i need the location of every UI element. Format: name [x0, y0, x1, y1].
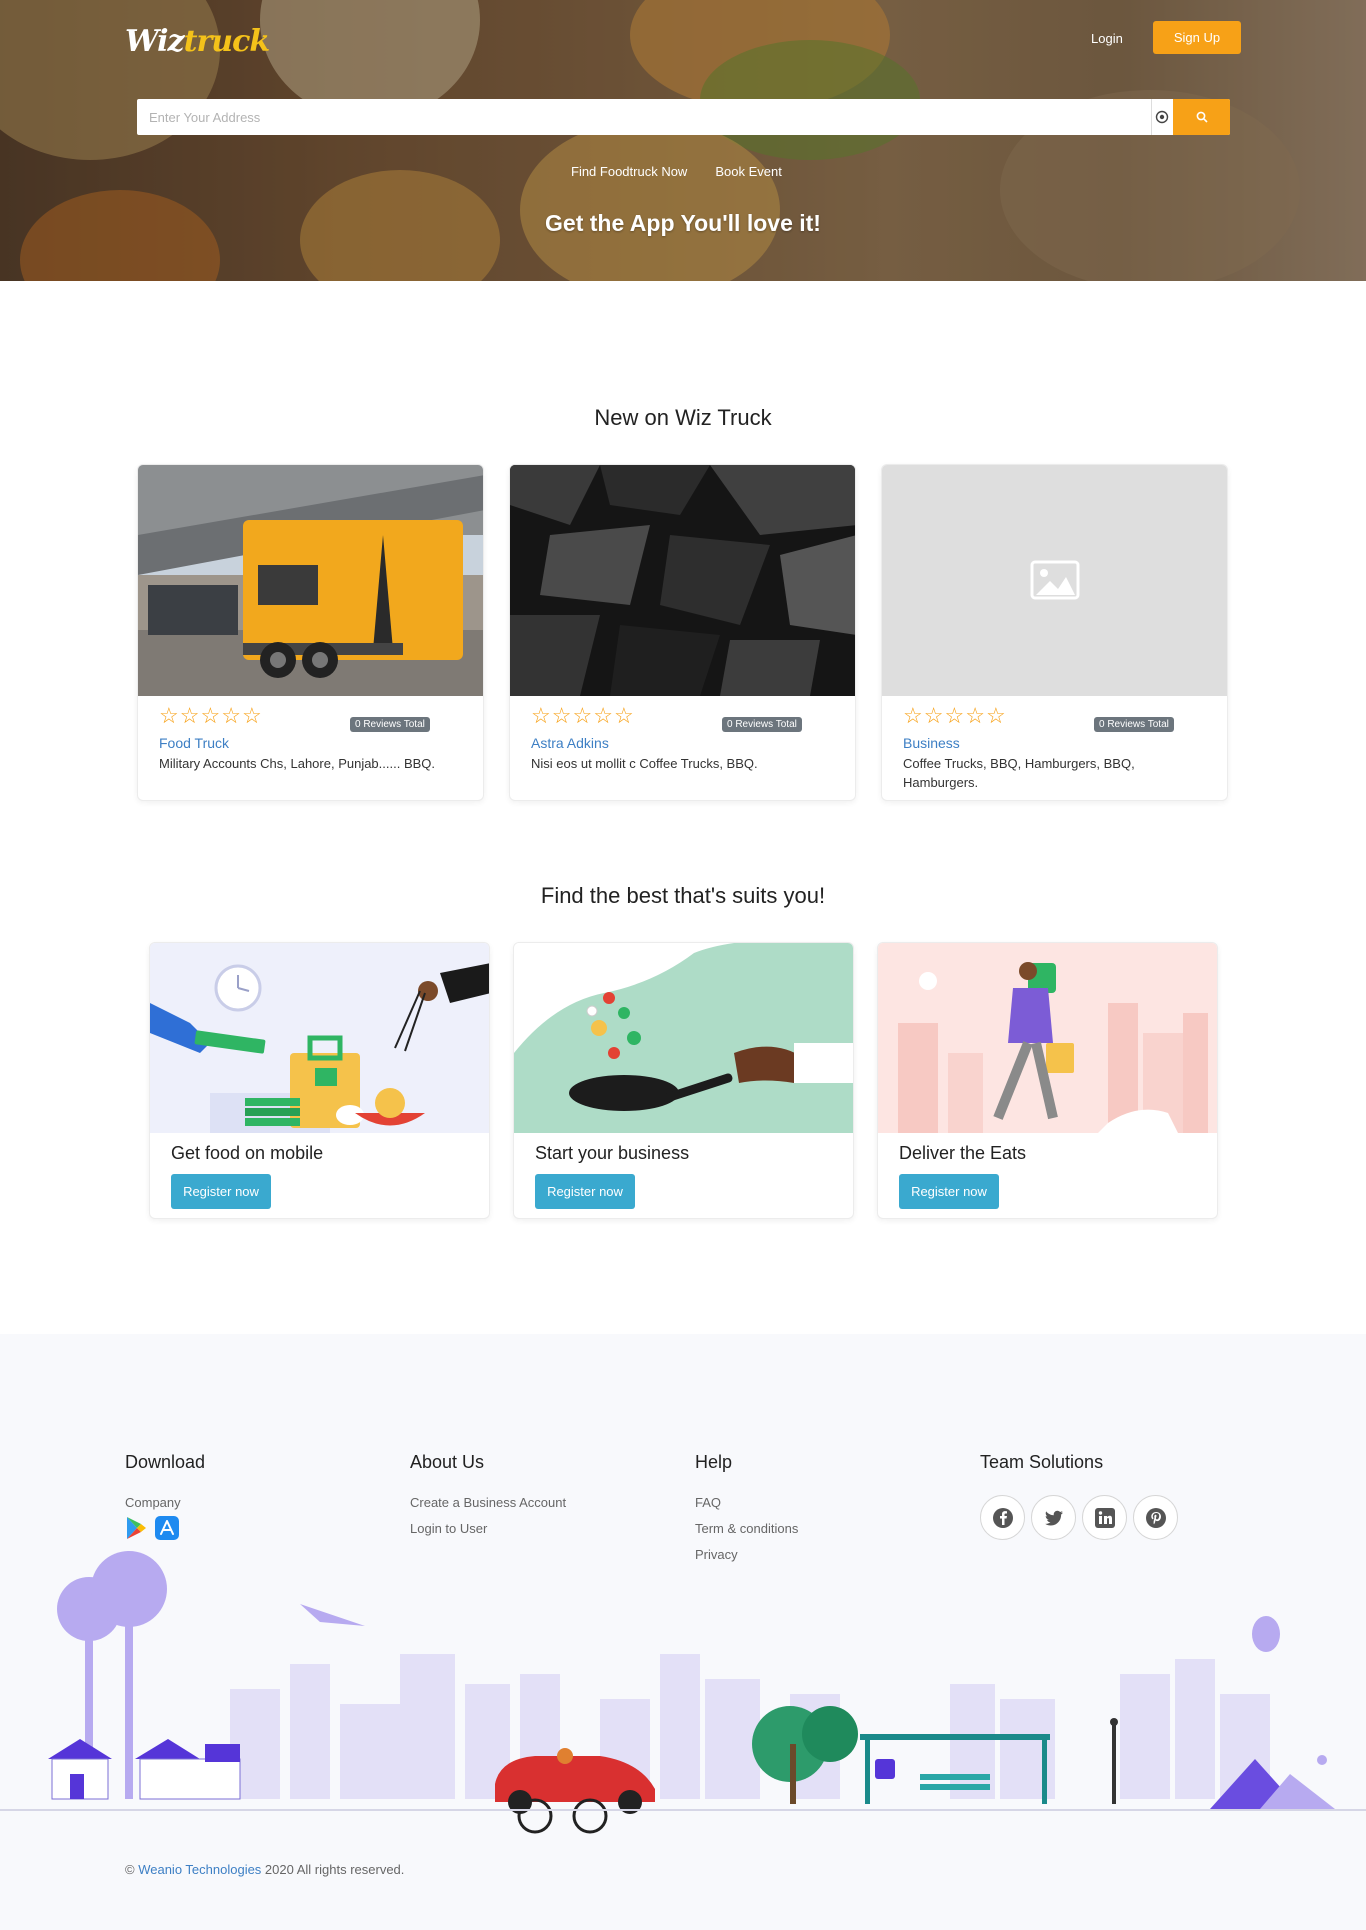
copyright: © Weanio Technologies 2020 All rights re… [125, 1862, 405, 1877]
truck-description: Coffee Trucks, BBQ, Hamburgers, BBQ, Ham… [903, 756, 1135, 790]
star-icon: ☆ [923, 703, 944, 728]
footer-heading: Help [695, 1452, 733, 1472]
delivery-illustration [878, 943, 1217, 1133]
feature-title: Deliver the Eats [899, 1143, 1027, 1163]
search-icon [1196, 111, 1208, 123]
truck-card[interactable]: ☆ ☆ ☆ ☆ ☆ 0 Reviews Total Astra Adkins Nisi … [509, 464, 856, 801]
star-icon: ☆ [613, 703, 634, 728]
star-icon: ☆ [159, 703, 179, 728]
star-icon: ☆ [551, 703, 572, 728]
truck-description: Nisi eos ut mollit c Coffee Trucks, BBQ. [531, 756, 758, 771]
rating-stars: ☆ ☆ ☆ ☆ ☆ [903, 705, 1006, 727]
hero-banner: Wiztruck Login Sign Up Find Foodtruck No… [0, 0, 1366, 281]
star-icon: ☆ [903, 703, 923, 728]
rating-stars: ☆ ☆ ☆ ☆ ☆ [159, 705, 262, 727]
business-illustration [514, 943, 853, 1133]
login-link[interactable]: Login [1091, 31, 1123, 46]
locate-button[interactable] [1151, 99, 1171, 135]
star-icon: ☆ [200, 703, 221, 728]
linkedin-icon [1094, 1507, 1115, 1528]
sign-up-button[interactable]: Sign Up [1153, 21, 1241, 54]
truck-image [138, 465, 483, 696]
truck-name[interactable]: Business [903, 735, 960, 751]
company-link[interactable]: Company [125, 1495, 205, 1510]
new-section-title: New on Wiz Truck [594, 405, 772, 430]
logo[interactable]: Wiztruck [125, 24, 271, 59]
address-search-bar [137, 99, 1230, 135]
truck-name[interactable]: Food Truck [159, 735, 229, 751]
faq-link[interactable]: FAQ [695, 1495, 798, 1510]
address-input[interactable] [137, 99, 1151, 135]
star-icon: ☆ [944, 703, 965, 728]
feature-card-food: Get food on mobile Register now [149, 942, 490, 1219]
feature-card-deliver: Deliver the Eats Register now [877, 942, 1218, 1219]
star-icon: ☆ [531, 703, 551, 728]
feature-title: Start your business [535, 1143, 690, 1163]
footer-heading: About Us [410, 1452, 485, 1472]
footer-heading: Team Solutions [980, 1452, 1104, 1472]
star-icon: ☆ [965, 703, 985, 728]
city-illustration [0, 1551, 1366, 1834]
features-section-title: Find the best that's suits you! [540, 883, 826, 908]
rating-stars: ☆ ☆ ☆ ☆ ☆ [531, 705, 634, 727]
facebook-icon [992, 1507, 1013, 1528]
twitter-icon [1044, 1510, 1063, 1525]
copyright-text: 2020 All rights reserved. [261, 1862, 405, 1877]
star-icon: ☆ [241, 703, 262, 728]
footer-heading: Download [125, 1452, 206, 1472]
company-brand-link[interactable]: Weanio Technologies [138, 1862, 261, 1877]
star-icon: ☆ [572, 703, 593, 728]
pinterest-icon [1145, 1507, 1166, 1528]
feature-title: Get food on mobile [171, 1143, 324, 1163]
truck-card[interactable]: ☆ ☆ ☆ ☆ ☆ 0 Reviews Total Business Coffee Tr… [881, 464, 1228, 801]
register-now-button[interactable]: Register now [535, 1174, 635, 1209]
logo-text: Wiz [125, 24, 185, 59]
truck-description: Military Accounts Chs, Lahore, Punjab...… [159, 756, 436, 771]
register-now-button[interactable]: Register now [899, 1174, 999, 1209]
food-mobile-illustration [150, 943, 489, 1133]
search-button[interactable] [1173, 99, 1230, 135]
footer-team: Team Solutions [980, 1452, 1178, 1540]
feature-card-business: Start your business Register now [513, 942, 854, 1219]
truck-image [510, 465, 855, 696]
reviews-badge: 0 Reviews Total [1094, 717, 1174, 732]
create-business-account-link[interactable]: Create a Business Account [410, 1495, 566, 1510]
logo-accent-text: truck [183, 24, 271, 59]
book-event-link[interactable]: Book Event [715, 164, 782, 179]
hero-nav: Find Foodtruck Now Book Event [571, 164, 782, 179]
find-foodtruck-link[interactable]: Find Foodtruck Now [571, 164, 687, 179]
star-icon: ☆ [179, 703, 200, 728]
star-icon: ☆ [221, 703, 241, 728]
reviews-badge: 0 Reviews Total [722, 717, 802, 732]
hero-tagline: Get the App You'll love it! [545, 210, 821, 236]
placeholder-image [882, 465, 1227, 696]
footer: Download Company About Us Create a Busin… [0, 1334, 1366, 1930]
truck-card[interactable]: ☆ ☆ ☆ ☆ ☆ 0 Reviews Total Food Truck Militar… [137, 464, 484, 801]
footer-about: About Us Create a Business Account Login… [410, 1452, 566, 1547]
star-icon: ☆ [593, 703, 613, 728]
footer-download: Download Company [125, 1452, 205, 1540]
truck-name[interactable]: Astra Adkins [531, 735, 609, 751]
register-now-button[interactable]: Register now [171, 1174, 271, 1209]
star-icon: ☆ [985, 703, 1006, 728]
image-placeholder-icon [1030, 560, 1080, 600]
reviews-badge: 0 Reviews Total [350, 717, 430, 732]
target-icon [1155, 110, 1168, 124]
